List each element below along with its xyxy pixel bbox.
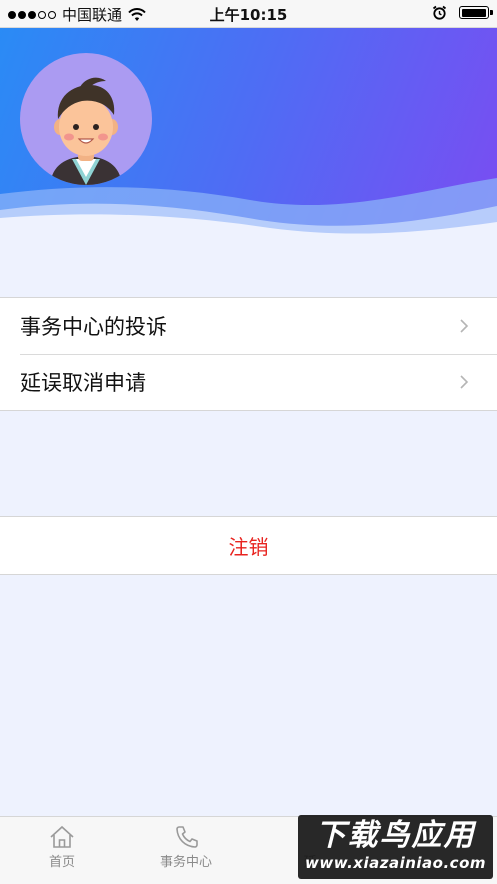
home-icon (50, 825, 74, 848)
chevron-right-icon (460, 375, 469, 389)
user-avatar[interactable] (20, 53, 152, 185)
battery-icon (459, 6, 493, 19)
logout-button[interactable]: 注销 (0, 516, 497, 575)
menu-item-label: 延误取消申请 (20, 371, 146, 395)
status-time: 上午10:15 (209, 6, 288, 24)
menu-item-delay-cancel[interactable]: 延误取消申请 (0, 354, 497, 410)
alarm-icon (432, 5, 447, 20)
avatar-illustration (50, 77, 122, 185)
tab-affairs-label: 事务中心 (159, 855, 212, 870)
menu-item-label: 事务中心的投诉 (20, 315, 167, 339)
menu-list: 事务中心的投诉 延误取消申请 (0, 297, 497, 411)
profile-header (0, 28, 497, 250)
watermark-url: www.xiazainiao.com (304, 854, 487, 872)
watermark-title: 下载鸟应用 (315, 818, 476, 853)
phone-icon (176, 826, 198, 848)
logout-label: 注销 (228, 535, 269, 559)
status-bar: 中国联通 上午10:15 (0, 0, 497, 28)
chevron-right-icon (460, 319, 469, 333)
watermark-badge: 下载鸟应用 www.xiazainiao.com (298, 815, 493, 879)
tab-home-label: 首页 (48, 855, 75, 870)
tab-home[interactable]: 首页 (0, 817, 124, 884)
menu-item-complaint[interactable]: 事务中心的投诉 (0, 298, 497, 354)
tab-affairs-center[interactable]: 事务中心 (124, 817, 248, 884)
status-right (432, 5, 493, 20)
